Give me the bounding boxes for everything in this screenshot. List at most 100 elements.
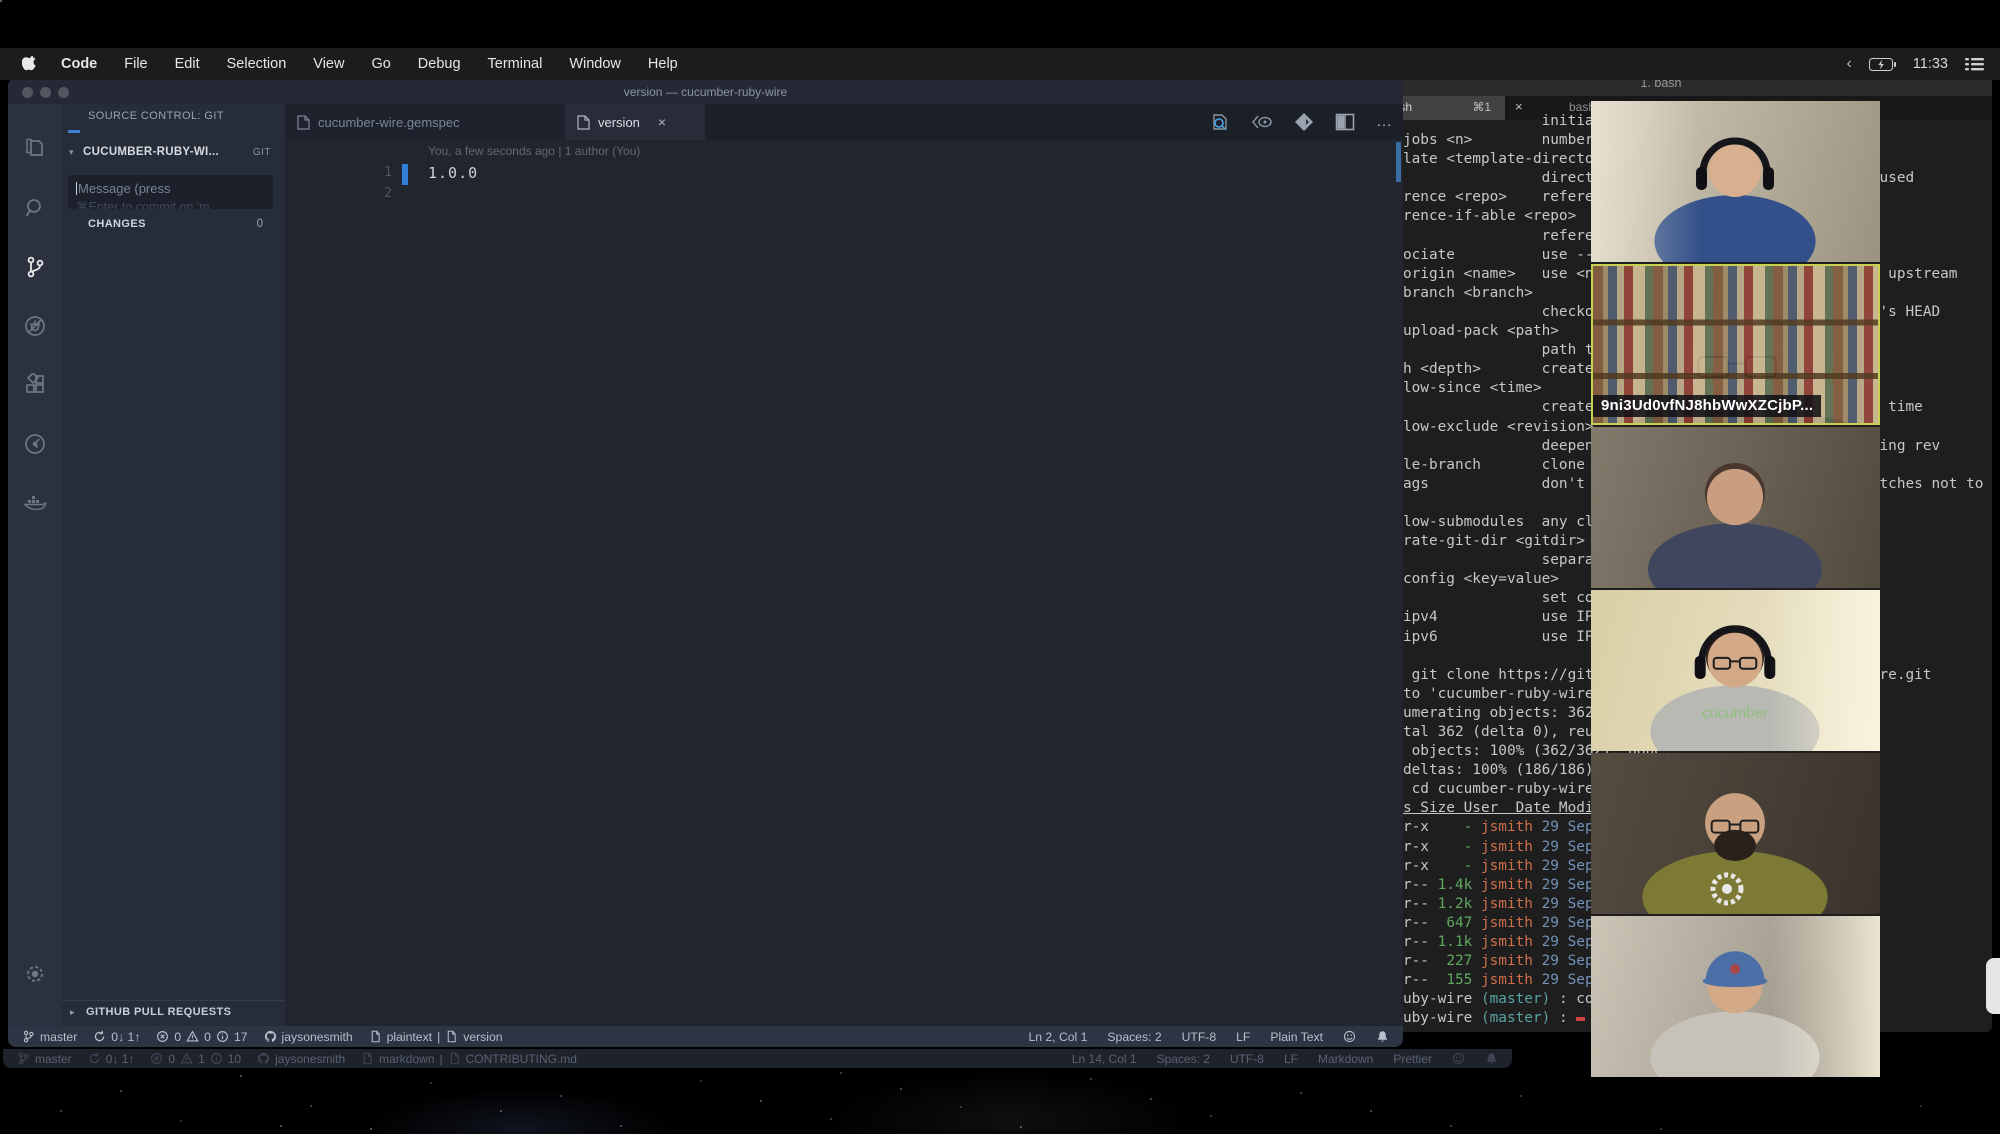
video-tile-participant-4[interactable]: cucumber bbox=[1591, 590, 1880, 751]
tab-cucumber-wire-gemspec[interactable]: cucumber-wire.gemspec bbox=[285, 104, 565, 140]
tab-label: version bbox=[598, 114, 640, 130]
close-tab-icon[interactable]: × bbox=[658, 114, 666, 130]
vscode-title-bar[interactable]: version — cucumber-ruby-wire bbox=[8, 78, 1403, 104]
participant-silhouette bbox=[1642, 793, 1828, 914]
github-account[interactable]: jaysonesmith bbox=[264, 1030, 353, 1044]
changes-label: CHANGES bbox=[88, 218, 146, 230]
video-tile-participant-2[interactable]: 9ni3Ud0vfNJ8hbWwXZCjbP... bbox=[1591, 264, 1880, 425]
window-light bbox=[1591, 916, 1880, 1077]
notifications-bell-icon[interactable] bbox=[1485, 1052, 1498, 1065]
participant-name-label: 9ni3Ud0vfNJ8hbWwXZCjbP... bbox=[1593, 395, 1822, 417]
branch-indicator[interactable]: master bbox=[22, 1030, 77, 1044]
code-line-1: 1.0.0 bbox=[428, 164, 479, 182]
menu-item-help[interactable]: Help bbox=[648, 56, 678, 72]
source-control-sidebar: SOURCE CONTROL: GIT ▾ CUCUMBER-RUBY-WI..… bbox=[62, 104, 285, 1026]
menu-item-window[interactable]: Window bbox=[569, 56, 621, 72]
open-preview-icon[interactable] bbox=[1251, 114, 1273, 130]
menu-item-file[interactable]: File bbox=[124, 56, 147, 72]
debug-disabled-icon[interactable] bbox=[23, 314, 47, 338]
vscode-window: version — cucumber-ruby-wire SOURCE CONT… bbox=[8, 78, 1403, 1047]
open-changes-icon[interactable] bbox=[1210, 112, 1230, 132]
progress-indicator bbox=[68, 130, 80, 133]
menu-item-view[interactable]: View bbox=[313, 56, 344, 72]
formatter[interactable]: Prettier bbox=[1393, 1052, 1432, 1066]
menu-item-debug[interactable]: Debug bbox=[418, 56, 461, 72]
overview-ruler-change-marker bbox=[1396, 142, 1401, 182]
language-mode[interactable]: Plain Text bbox=[1270, 1030, 1323, 1044]
apple-logo-icon[interactable] bbox=[22, 55, 37, 73]
split-editor-icon[interactable] bbox=[1335, 113, 1355, 131]
starfield-wallpaper bbox=[0, 0, 2, 2]
branch-indicator[interactable]: master bbox=[17, 1052, 72, 1066]
eol[interactable]: LF bbox=[1236, 1030, 1250, 1044]
caret-down-icon[interactable]: ▾ bbox=[69, 147, 74, 158]
repo-name: CUCUMBER-RUBY-WI... bbox=[83, 146, 220, 158]
search-icon[interactable] bbox=[23, 196, 47, 220]
gitlens-authors-codelens[interactable]: You, a few seconds ago | 1 author (You) bbox=[428, 144, 640, 158]
gitlens-icon[interactable] bbox=[23, 432, 47, 456]
indentation[interactable]: Spaces: 2 bbox=[1157, 1052, 1210, 1066]
battery-icon[interactable] bbox=[1868, 57, 1896, 71]
sidebar-header: SOURCE CONTROL: GIT bbox=[88, 110, 224, 122]
text-cursor bbox=[76, 182, 77, 195]
feedback-smiley-icon[interactable] bbox=[1452, 1052, 1465, 1065]
activity-bar bbox=[8, 104, 62, 1026]
problems-indicator[interactable]: 0 0 17 bbox=[156, 1030, 248, 1044]
commit-message-input[interactable]: Message (press ⌘Enter to commit on 'm bbox=[68, 175, 273, 209]
encoding[interactable]: UTF-8 bbox=[1182, 1030, 1217, 1044]
editor-content[interactable]: You, a few seconds ago | 1 author (You) … bbox=[285, 140, 1403, 1026]
notification-peek[interactable] bbox=[1986, 958, 2000, 1014]
line-number: 1 bbox=[384, 165, 392, 180]
window-title: version — cucumber-ruby-wire bbox=[623, 85, 788, 99]
file-info[interactable]: markdown | CONTRIBUTING.md bbox=[361, 1052, 577, 1066]
problems-indicator[interactable]: 0 1 10 bbox=[150, 1052, 241, 1066]
docker-icon[interactable] bbox=[23, 491, 47, 515]
explorer-icon[interactable] bbox=[23, 137, 47, 161]
chevron-left-icon[interactable]: ‹ bbox=[1846, 55, 1851, 73]
cursor-position[interactable]: Ln 2, Col 1 bbox=[1028, 1030, 1087, 1044]
background-window-status-bar: master 0↓ 1↑ 0 1 10 jaysonesmith markdow… bbox=[3, 1049, 1512, 1068]
video-tile-participant-1[interactable] bbox=[1591, 101, 1880, 262]
repo-tree-item[interactable]: ▾ CUCUMBER-RUBY-WI... GIT bbox=[62, 144, 285, 166]
more-actions-icon[interactable]: … bbox=[1376, 113, 1393, 131]
language-mode[interactable]: Markdown bbox=[1318, 1052, 1373, 1066]
participant-silhouette bbox=[1647, 463, 1823, 588]
menu-item-selection[interactable]: Selection bbox=[227, 56, 287, 72]
video-tile-participant-5[interactable] bbox=[1591, 753, 1880, 914]
video-tile-participant-3[interactable] bbox=[1591, 427, 1880, 588]
editor-toolbar: … bbox=[1210, 104, 1393, 140]
repo-provider-badge: GIT bbox=[252, 147, 271, 158]
editor-group: cucumber-wire.gemspec version × … You, a… bbox=[285, 104, 1403, 1026]
changes-count-badge: 0 bbox=[256, 218, 263, 230]
feedback-smiley-icon[interactable] bbox=[1343, 1030, 1356, 1043]
clock[interactable]: 11:33 bbox=[1913, 56, 1948, 72]
github-account[interactable]: jaysonesmith bbox=[257, 1052, 345, 1066]
video-tile-participant-6[interactable] bbox=[1591, 916, 1880, 1077]
notification-center-icon[interactable] bbox=[1965, 57, 1984, 71]
changes-section-header[interactable]: CHANGES 0 bbox=[62, 216, 285, 236]
notifications-bell-icon[interactable] bbox=[1376, 1030, 1389, 1043]
menu-item-terminal[interactable]: Terminal bbox=[488, 56, 543, 72]
tab-label: cucumber-wire.gemspec bbox=[318, 114, 460, 130]
encoding[interactable]: UTF-8 bbox=[1230, 1052, 1264, 1066]
source-control-icon[interactable] bbox=[23, 255, 47, 279]
sync-indicator[interactable]: 0↓ 1↑ bbox=[93, 1030, 140, 1044]
menu-item-code[interactable]: Code bbox=[61, 56, 97, 72]
tab-version[interactable]: version × bbox=[565, 104, 705, 140]
extensions-icon[interactable] bbox=[23, 373, 47, 397]
status-bar: master 0↓ 1↑ 0 0 17 jaysonesmith plainte… bbox=[8, 1026, 1403, 1047]
indentation[interactable]: Spaces: 2 bbox=[1107, 1030, 1161, 1044]
github-pull-requests-section[interactable]: ▸ GITHUB PULL REQUESTS bbox=[62, 1000, 285, 1026]
gitlens-compare-icon[interactable] bbox=[1294, 112, 1314, 132]
file-info[interactable]: plaintext | version bbox=[369, 1030, 503, 1044]
window-light bbox=[1591, 590, 1880, 751]
settings-gear-icon[interactable] bbox=[23, 962, 47, 986]
eol[interactable]: LF bbox=[1284, 1052, 1298, 1066]
commit-placeholder-line2: ⌘Enter to commit on 'm bbox=[76, 200, 210, 209]
sync-indicator[interactable]: 0↓ 1↑ bbox=[88, 1052, 134, 1066]
cursor-position[interactable]: Ln 14, Col 1 bbox=[1072, 1052, 1137, 1066]
menu-item-edit[interactable]: Edit bbox=[175, 56, 200, 72]
menu-item-go[interactable]: Go bbox=[371, 56, 390, 72]
git-change-gutter-marker bbox=[402, 164, 408, 185]
caret-right-icon: ▸ bbox=[70, 1007, 75, 1017]
